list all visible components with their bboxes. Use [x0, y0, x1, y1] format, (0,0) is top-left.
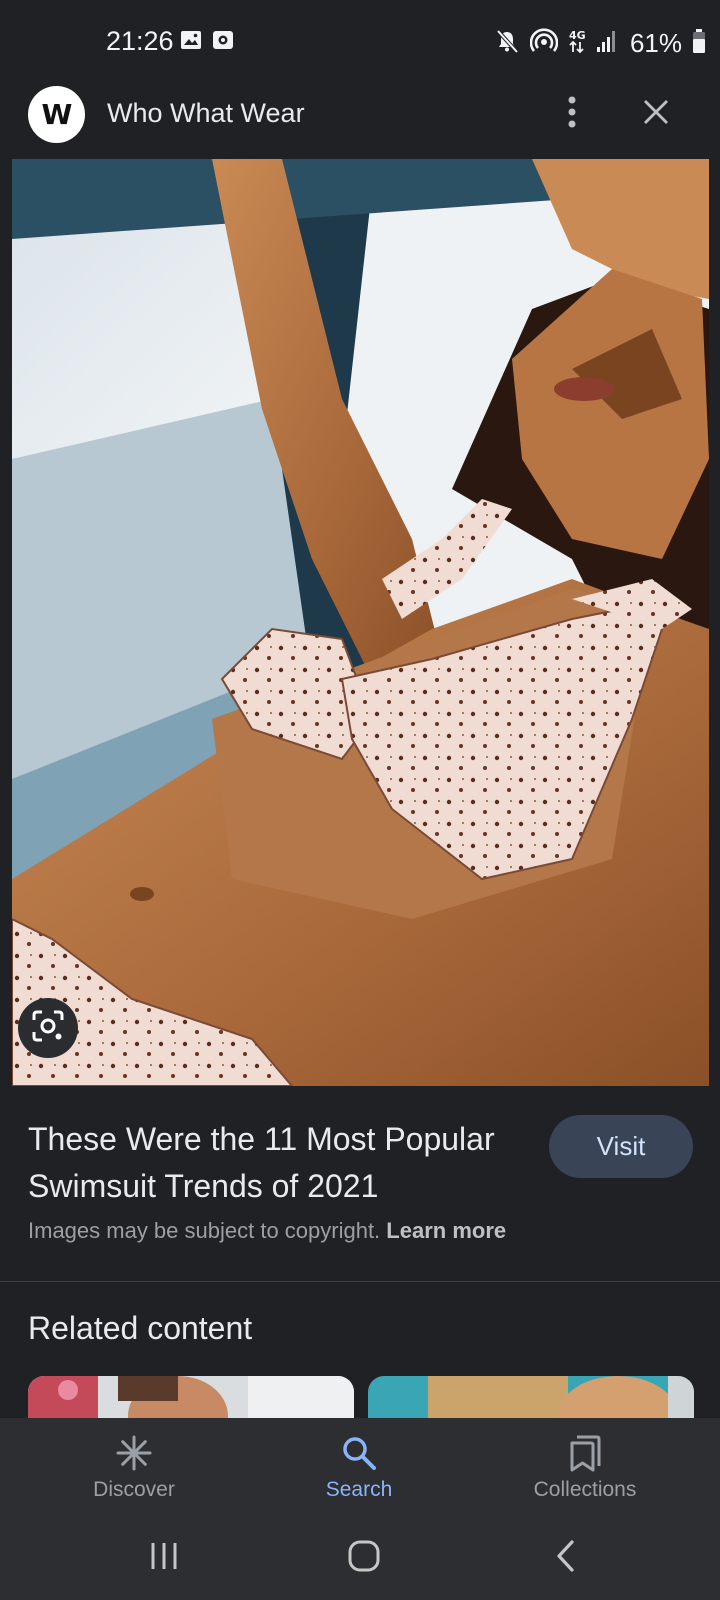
svg-text:4G: 4G — [569, 29, 586, 42]
4g-icon: 4G — [568, 28, 586, 59]
battery-icon — [692, 28, 706, 59]
copyright-text: Images may be subject to copyright. — [28, 1218, 381, 1243]
nav-discover[interactable]: Discover — [44, 1418, 224, 1518]
mute-icon — [494, 28, 520, 59]
nav-collections[interactable]: Collections — [495, 1418, 675, 1518]
nav-search[interactable]: Search — [269, 1418, 449, 1518]
signal-icon — [596, 29, 618, 58]
swimsuit-photo — [12, 159, 709, 1086]
back-button[interactable] — [550, 1538, 580, 1578]
more-vert-icon — [567, 96, 577, 133]
google-lens-icon — [31, 1009, 65, 1048]
nav-label: Search — [325, 1478, 393, 1501]
viewer-header: W Who What Wear — [0, 86, 720, 156]
status-bar: 21:26 4G 61% — [0, 0, 720, 88]
more-options-button[interactable] — [556, 92, 588, 136]
learn-more-link[interactable]: Learn more — [386, 1218, 506, 1243]
battery-percentage: 61% — [629, 27, 682, 58]
recent-apps-icon — [149, 1541, 179, 1576]
bookmarks-icon — [568, 1434, 602, 1472]
site-name[interactable]: Who What Wear — [107, 98, 305, 129]
screen: 21:26 4G 61% W Who What Wear These Were … — [0, 0, 720, 1600]
result-title[interactable]: These Were the 11 Most Popular Swimsuit … — [28, 1116, 508, 1210]
status-time: 21:26 — [106, 26, 174, 56]
result-image[interactable] — [12, 159, 709, 1086]
close-button[interactable] — [636, 92, 676, 136]
recent-apps-button[interactable] — [146, 1538, 182, 1578]
bottom-navigation: Discover Search Collections — [0, 1418, 720, 1518]
site-logo[interactable]: W — [28, 86, 85, 143]
home-icon — [347, 1539, 381, 1578]
status-icons: 4G 61% — [494, 26, 706, 60]
visit-button[interactable]: Visit — [549, 1115, 693, 1178]
camera-notification-icon — [212, 30, 234, 55]
search-icon — [341, 1434, 377, 1472]
asterisk-icon — [116, 1434, 152, 1472]
divider — [0, 1281, 720, 1282]
system-navigation — [0, 1518, 720, 1600]
hotspot-icon — [529, 27, 559, 59]
image-notification-icon — [180, 30, 202, 55]
close-icon — [643, 99, 669, 130]
nav-label: Collections — [533, 1478, 637, 1501]
back-icon — [554, 1539, 576, 1578]
copyright-notice: Images may be subject to copyright. Lear… — [28, 1218, 506, 1244]
nav-label: Discover — [93, 1478, 175, 1501]
google-lens-button[interactable] — [18, 998, 78, 1058]
related-content-heading: Related content — [28, 1310, 253, 1346]
home-button[interactable] — [344, 1538, 384, 1578]
